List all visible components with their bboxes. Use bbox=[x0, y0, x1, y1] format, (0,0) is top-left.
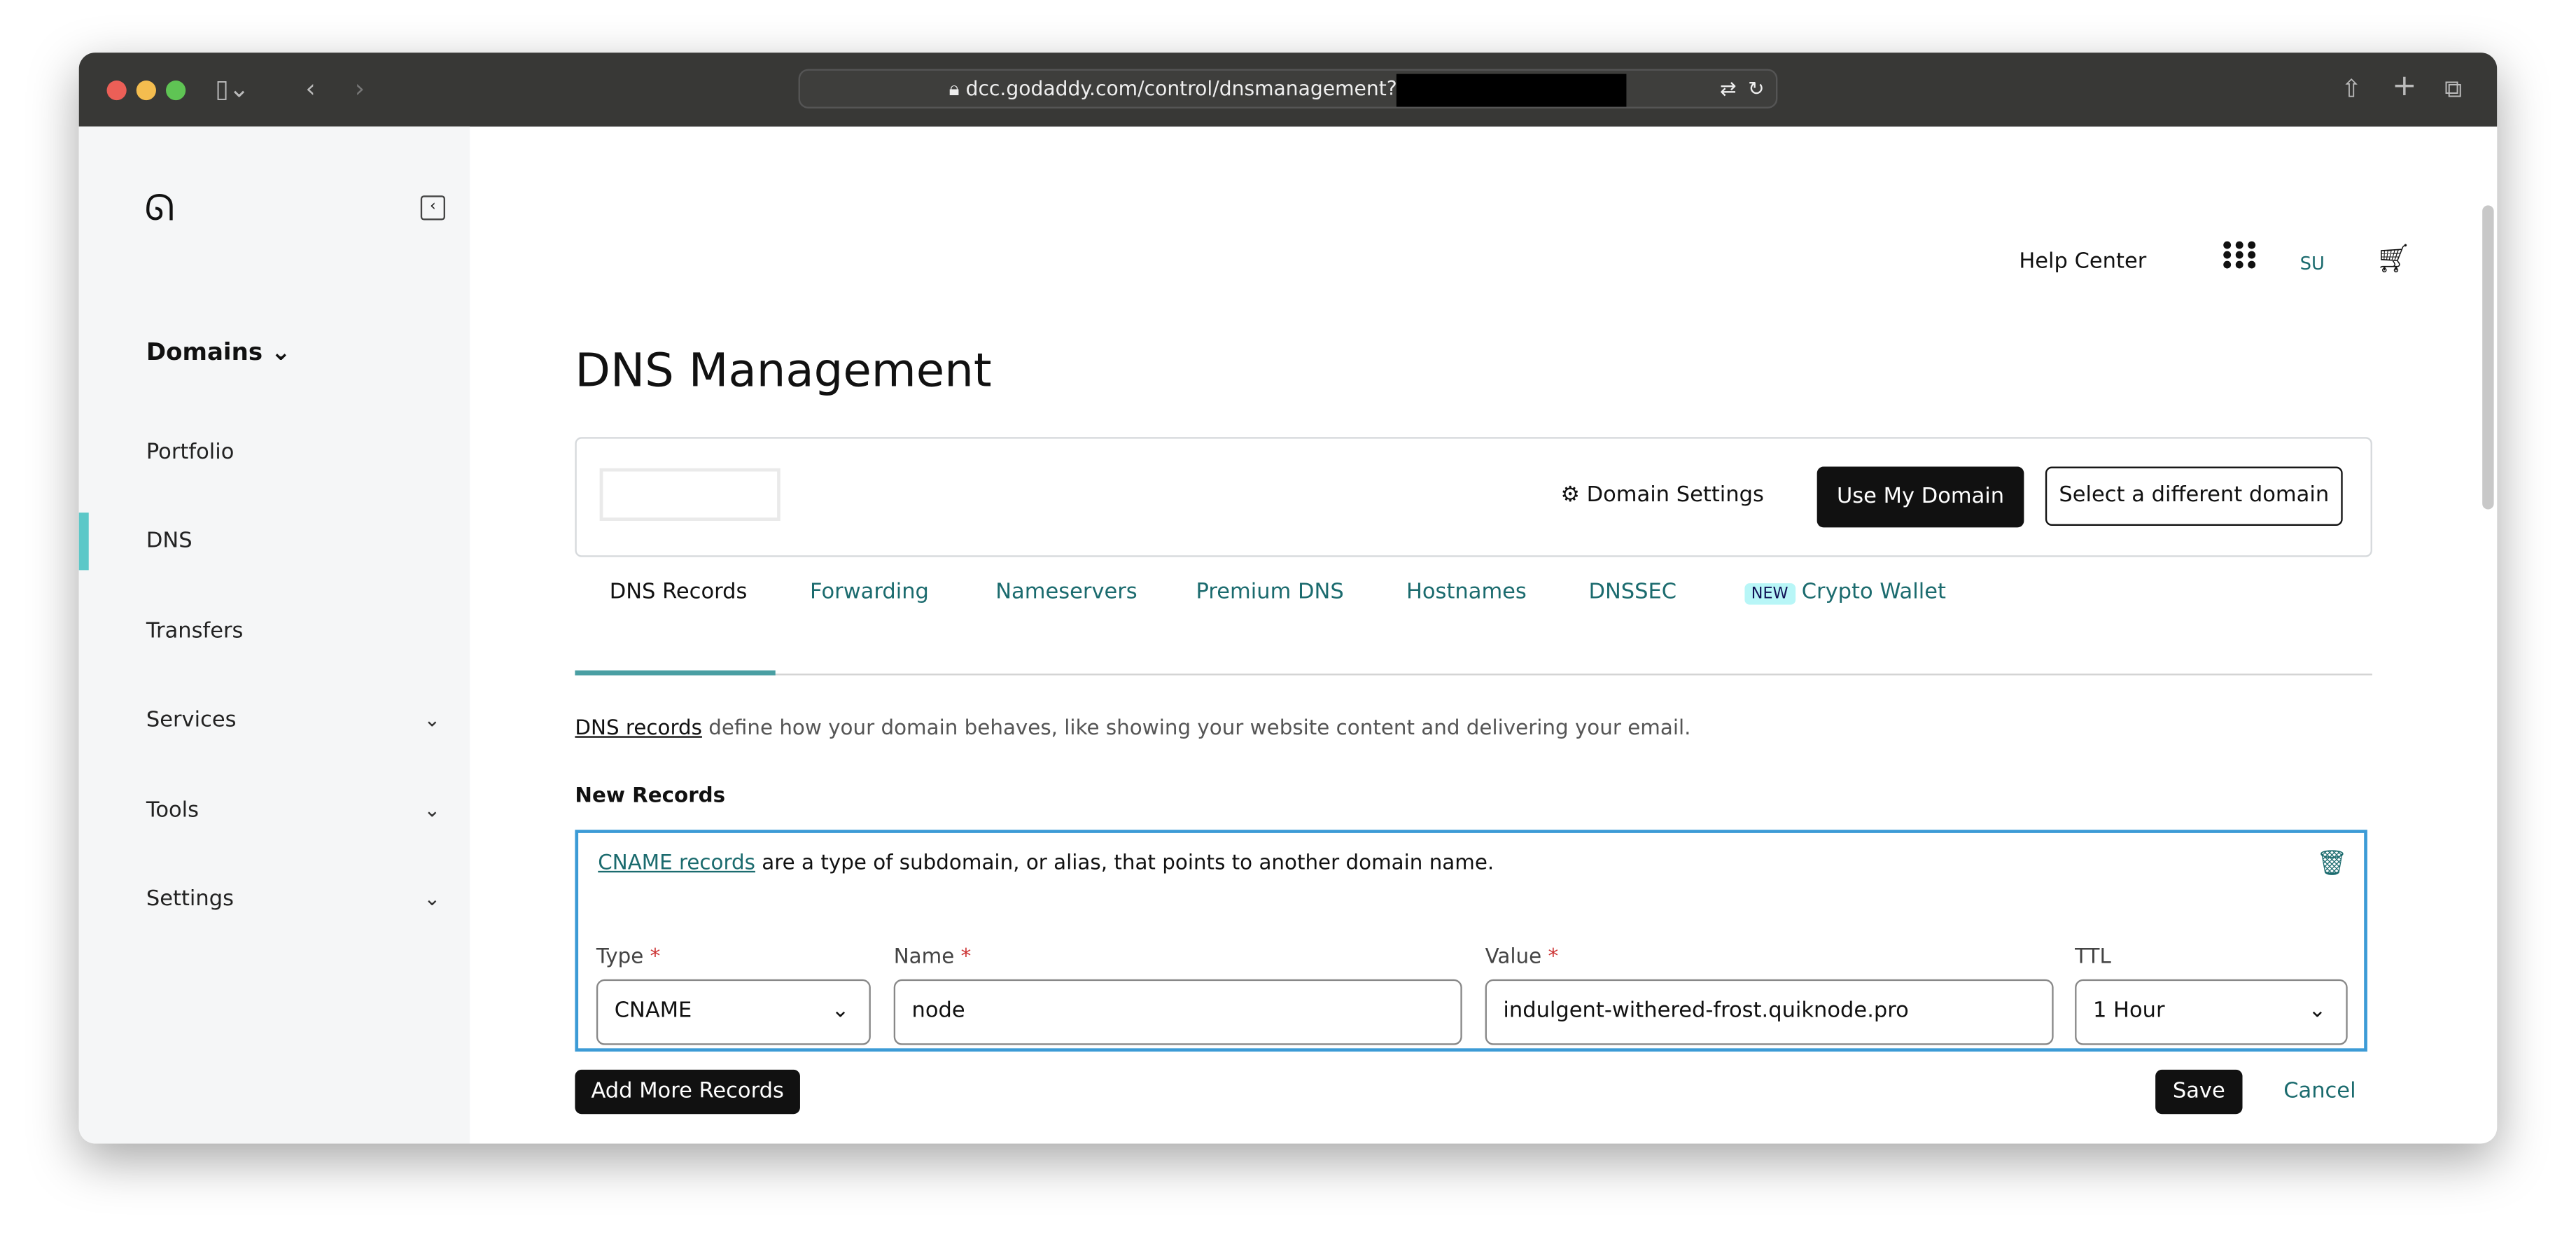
apps-grid-icon[interactable]: ••• ••• ••• bbox=[2220, 232, 2260, 279]
main-content: Help Center ••• ••• ••• SU 🛒︎ DNS Manageme… bbox=[470, 127, 2497, 1144]
cname-records-link[interactable]: CNAME records bbox=[598, 849, 755, 874]
type-label: Type * bbox=[596, 943, 661, 968]
address-bar[interactable]: 🔒︎ dcc.godaddy.com/control/dnsmanagement… bbox=[798, 69, 1778, 109]
redacted-region bbox=[1396, 73, 1628, 106]
chevron-down-icon[interactable]: ⌄ bbox=[424, 799, 441, 822]
use-my-domain-button[interactable]: Use My Domain bbox=[1816, 466, 2024, 528]
tab-dnssec[interactable]: DNSSEC bbox=[1588, 580, 1676, 604]
tab-forwarding[interactable]: Forwarding bbox=[810, 580, 929, 604]
url-text: dcc.godaddy.com/control/dnsmanagement? bbox=[965, 77, 1397, 101]
godaddy-logo[interactable]: ᘏ bbox=[145, 189, 175, 230]
domain-settings-button[interactable]: ⚙ Domain Settings bbox=[1561, 483, 1764, 508]
scrollbar[interactable] bbox=[2482, 205, 2494, 510]
new-tab-icon[interactable]: + bbox=[2392, 69, 2416, 104]
browser-toolbar: ▯⌄ ‹ › 🔒︎ dcc.godaddy.com/control/dnsman… bbox=[78, 53, 2498, 127]
gear-icon: ⚙ bbox=[1560, 482, 1580, 508]
add-more-records-button[interactable]: Add More Records bbox=[575, 1069, 800, 1115]
browser-window: ▯⌄ ‹ › 🔒︎ dcc.godaddy.com/control/dnsman… bbox=[78, 53, 2498, 1144]
lock-icon: 🔒︎ bbox=[948, 77, 960, 101]
tab-crypto-wallet[interactable]: NEW Crypto Wallet bbox=[1744, 580, 1946, 605]
ttl-select[interactable]: 1 Hour ⌄ bbox=[2075, 979, 2348, 1045]
active-indicator bbox=[78, 512, 89, 571]
select-domain-button[interactable]: Select a different domain bbox=[2045, 466, 2343, 526]
chevron-down-icon: ⌄ bbox=[831, 998, 850, 1024]
sidebar-item-services[interactable]: Services bbox=[146, 709, 237, 733]
name-label: Name * bbox=[893, 943, 972, 968]
chevron-down-icon[interactable]: ⌄ bbox=[424, 709, 441, 732]
tab-hostnames[interactable]: Hostnames bbox=[1406, 580, 1527, 604]
tabs-icon[interactable]: ⧉ bbox=[2444, 74, 2462, 104]
cname-info: CNAME records are a type of subdomain, o… bbox=[598, 849, 1494, 874]
tab-dns-records[interactable]: DNS Records bbox=[610, 580, 748, 604]
sidebar-item-tools[interactable]: Tools bbox=[146, 799, 199, 823]
sidebar-item-transfers[interactable]: Transfers bbox=[146, 620, 244, 644]
sidebar-icon[interactable]: ▯⌄ bbox=[215, 74, 249, 104]
chevron-down-icon[interactable]: ⌄ bbox=[424, 887, 441, 910]
ttl-label: TTL bbox=[2075, 943, 2111, 968]
sidebar: ᘏ ‹ Domains ⌄ Portfolio DNS Transfers Se… bbox=[78, 126, 470, 1144]
tab-nameservers[interactable]: Nameservers bbox=[995, 580, 1137, 604]
trash-icon[interactable]: 🗑︎ bbox=[2316, 848, 2348, 877]
screen: ▯⌄ ‹ › 🔒︎ dcc.godaddy.com/control/dnsman… bbox=[0, 0, 2576, 1249]
maximize-window-button[interactable] bbox=[166, 80, 186, 101]
domains-menu[interactable]: Domains ⌄ bbox=[146, 340, 291, 367]
dns-records-link[interactable]: DNS records bbox=[575, 715, 701, 739]
cancel-button[interactable]: Cancel bbox=[2283, 1080, 2356, 1104]
minimize-window-button[interactable] bbox=[136, 80, 156, 101]
help-center-link[interactable]: Help Center bbox=[2019, 250, 2146, 274]
active-tab-underline bbox=[575, 670, 776, 676]
save-button[interactable]: Save bbox=[2155, 1069, 2243, 1115]
chevron-down-icon: ⌄ bbox=[2308, 998, 2327, 1024]
type-select[interactable]: CNAME ⌄ bbox=[596, 979, 871, 1045]
new-badge: NEW bbox=[1744, 583, 1795, 605]
back-icon[interactable]: ‹ bbox=[306, 74, 316, 104]
new-records-heading: New Records bbox=[575, 782, 726, 807]
avatar[interactable]: SU bbox=[2300, 253, 2325, 274]
forward-icon[interactable]: › bbox=[355, 74, 365, 104]
sidebar-item-dns[interactable]: DNS bbox=[146, 529, 192, 554]
translate-icon[interactable]: ⇄ bbox=[1720, 71, 1737, 107]
value-label: Value * bbox=[1485, 943, 1559, 968]
share-icon[interactable]: ⇧ bbox=[2341, 74, 2362, 104]
sidebar-item-settings[interactable]: Settings bbox=[146, 887, 234, 912]
sidebar-item-portfolio[interactable]: Portfolio bbox=[146, 440, 234, 465]
domain-logo-placeholder bbox=[599, 468, 780, 521]
tabs-divider bbox=[575, 674, 2372, 676]
domain-card: ⚙ Domain Settings Use My Domain Select a… bbox=[575, 437, 2372, 557]
close-window-button[interactable] bbox=[106, 80, 127, 101]
reload-icon[interactable]: ↻ bbox=[1748, 71, 1765, 107]
cart-icon[interactable]: 🛒︎ bbox=[2376, 243, 2412, 276]
value-input[interactable]: indulgent-withered-frost.quiknode.pro bbox=[1485, 979, 2054, 1045]
collapse-sidebar-icon[interactable]: ‹ bbox=[420, 195, 446, 221]
intro-text: DNS records define how your domain behav… bbox=[575, 714, 1691, 740]
name-input[interactable]: node bbox=[893, 979, 1462, 1045]
tab-premium-dns[interactable]: Premium DNS bbox=[1196, 580, 1344, 604]
page-title: DNS Management bbox=[575, 343, 992, 398]
